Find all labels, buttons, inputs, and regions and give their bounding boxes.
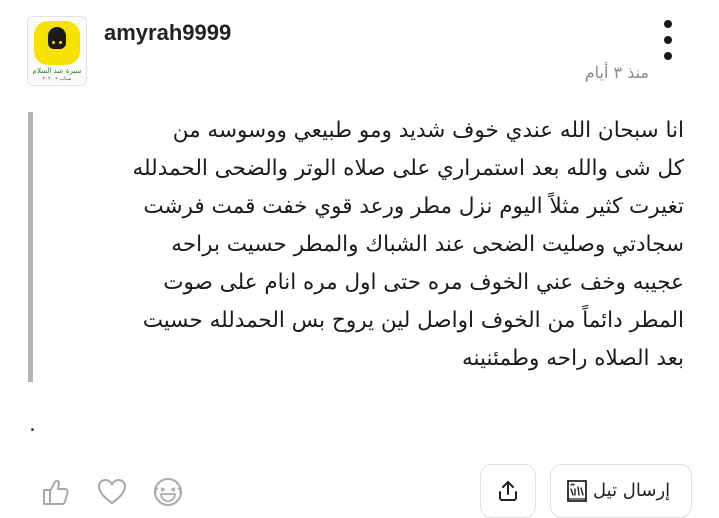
post-line: عجيبه وخف عني الخوف مره حتى اول مره انام… bbox=[163, 270, 684, 295]
avatar-eye-right bbox=[59, 41, 62, 44]
heart-icon[interactable] bbox=[96, 476, 128, 508]
post-line: كل شى والله بعد استمراري على صلاه الوتر … bbox=[132, 156, 684, 181]
avatar-silhouette bbox=[48, 27, 66, 49]
post-line: المطر دائماً من الخوف اواصل لين يروح بس … bbox=[142, 308, 684, 333]
trailing-dot: . bbox=[29, 412, 36, 437]
avatar-subcaption: سناب • ٢٠٢٠ bbox=[42, 76, 72, 82]
avatar-eye-left bbox=[52, 41, 55, 44]
post-line: تغيرت كثير مثلاً اليوم نزل مطر ورعد قوي … bbox=[143, 194, 684, 219]
reply-label: إرسال تيل bbox=[593, 480, 671, 501]
post-line: انا سبحان الله عندي خوف شديد ومو طبيعي و… bbox=[172, 118, 684, 143]
share-icon bbox=[499, 481, 517, 501]
quote-bar bbox=[28, 112, 33, 382]
share-button[interactable] bbox=[480, 464, 536, 518]
avatar-caption: سيرة عبد السلام bbox=[32, 67, 82, 75]
quote-reply-button[interactable]: إرسال تيل bbox=[550, 464, 692, 518]
post-timestamp: منذ ٣ أيام bbox=[584, 63, 649, 82]
quote-reply-icon bbox=[567, 480, 587, 502]
more-options-icon[interactable] bbox=[656, 18, 680, 62]
snapchat-ghost-icon bbox=[34, 21, 80, 65]
post-body: انا سبحان الله عندي خوف شديد ومو طبيعي و… bbox=[44, 112, 684, 378]
laugh-icon[interactable] bbox=[152, 476, 184, 508]
post-line: سجادتي وصليت الضحى عند الشباك والمطر حسي… bbox=[171, 232, 684, 257]
avatar[interactable]: سيرة عبد السلام سناب • ٢٠٢٠ bbox=[27, 16, 87, 86]
thumbs-up-icon[interactable] bbox=[40, 476, 72, 508]
post-line: بعد الصلاه راحه وطمئنينه bbox=[462, 346, 684, 371]
username[interactable]: amyrah9999 bbox=[104, 20, 231, 46]
